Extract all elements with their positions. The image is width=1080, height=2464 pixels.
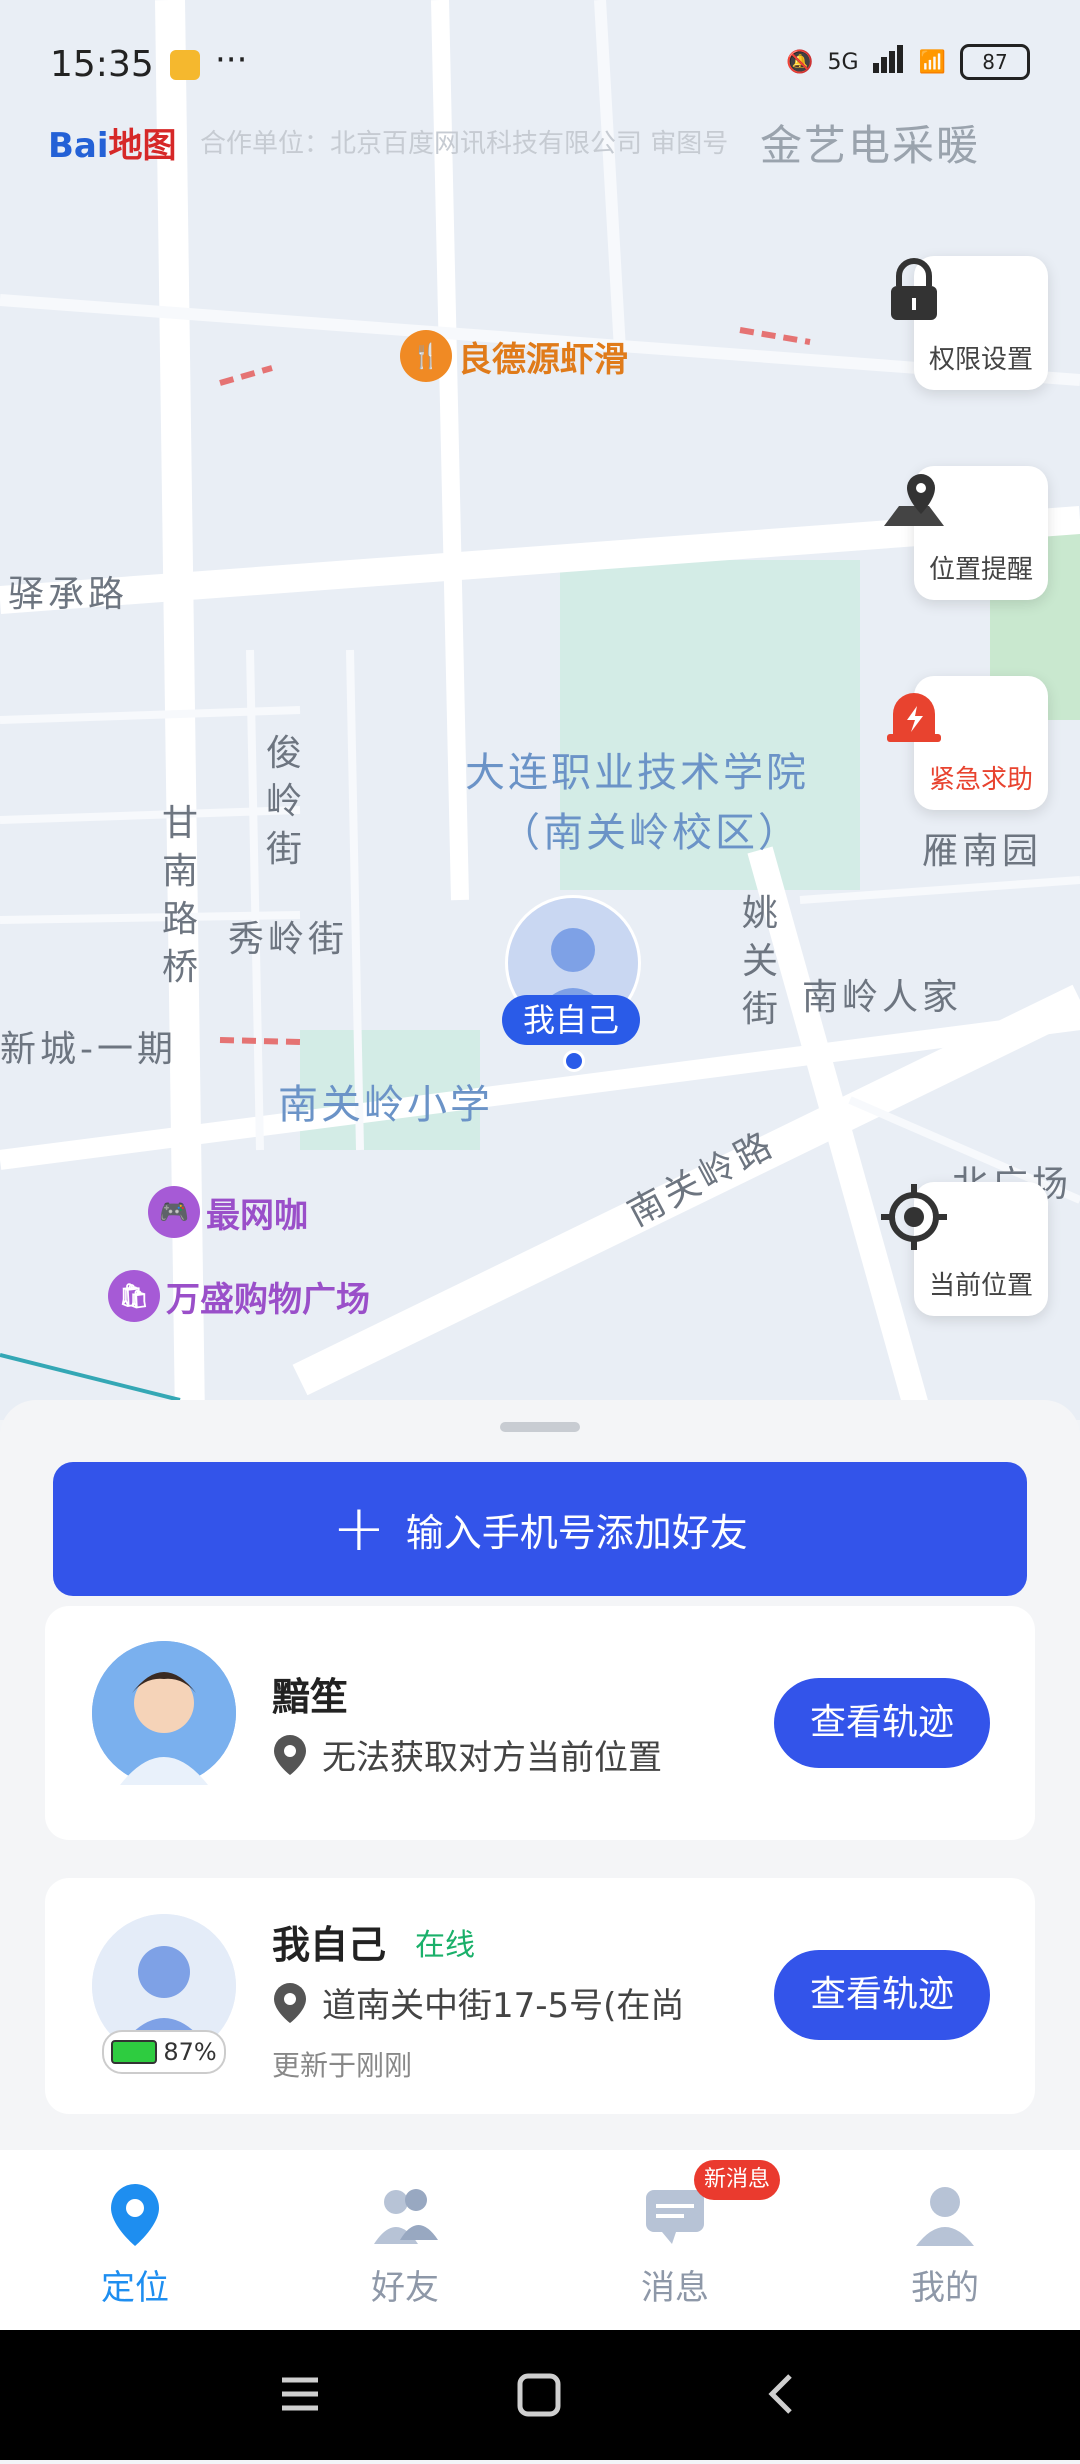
more-notifications-icon: ··· [215,40,248,80]
location-pin-icon [274,1982,306,2023]
location-alert-button[interactable]: 位置提醒 [884,466,1048,600]
map-pin-icon [884,474,944,526]
updated-time: 更新于刚刚 [272,2049,413,2082]
status-bar: 15:35 ··· 🔕 5G 📶 87 [0,0,1080,130]
map-view[interactable]: 15:35 ··· 🔕 5G 📶 87 Bai地图 合作单位：北京百度网讯科技有… [0,0,1080,1420]
view-track-button[interactable]: 查看轨迹 [774,1950,990,2040]
notification-icon [170,50,200,80]
map-label-area: 新城-一期 [0,1029,177,1070]
friend-location: 道南关中街17-5号(在尚 [272,1978,732,2027]
location-pin-icon [111,2184,159,2246]
alarm-icon [887,693,941,742]
online-status: 在线 [415,1928,475,1963]
poi-restaurant[interactable]: 🍴 良德源虾滑 [400,330,628,382]
battery-icon [111,2040,158,2064]
location-pin-icon [274,1734,306,1775]
current-location-label: 当前位置 [928,1271,1033,1301]
new-message-badge: 新消息 [694,2160,780,2200]
wifi-icon: 📶 [918,49,946,75]
nav-buttons [282,2373,792,2417]
map-label-college: 大连职业技术学院 [465,750,809,796]
view-track-button[interactable]: 查看轨迹 [774,1678,990,1768]
permissions-button[interactable]: 权限设置 [891,256,1048,390]
map-label-school: 南关岭小学 [278,1082,493,1128]
friend-name: 黯笙 [272,1675,349,1719]
tab-label: 消息 [641,2268,709,2308]
home-icon[interactable] [517,2373,561,2417]
lock-icon [891,258,937,320]
cartoon-avatar-icon [92,1641,236,1785]
sheet-drag-handle[interactable] [500,1422,580,1432]
shopping-bag-icon: 🛍 [108,1270,160,1322]
battery-badge: 87% [102,2030,226,2074]
poi-netcafe[interactable]: 🎮 最网咖 [148,1186,308,1238]
map-partner-text: 合作单位：北京百度网讯科技有限公司 审图号 [200,129,729,159]
tab-location[interactable]: 定位 [45,2180,225,2309]
map-label-bridge: 甘南路桥 [162,803,203,988]
map-watermark: 金艺电采暖 [760,121,981,170]
tab-friends[interactable]: 好友 [315,2180,495,2309]
permissions-label: 权限设置 [928,345,1033,375]
avatar [92,1641,236,1785]
status-time: 15:35 [50,44,154,85]
add-friend-label: 输入手机号添加好友 [405,1510,748,1555]
game-controller-icon: 🎮 [148,1186,200,1238]
tab-label: 好友 [371,2268,439,2308]
profile-icon [916,2187,974,2246]
friend-name: 我自己 [272,1923,387,1967]
add-friend-button[interactable]: + 输入手机号添加好友 [53,1462,1027,1596]
friend-card[interactable]: 87% 我自己 在线 道南关中街17-5号(在尚 更新于刚刚 查看轨迹 [45,1878,1035,2114]
self-location-dot [563,1050,585,1072]
sos-label: 紧急求助 [928,765,1033,795]
map-label-community: 南岭人家 [802,977,963,1018]
current-location-button[interactable]: 当前位置 [881,1182,1048,1316]
map-label-street: 秀岭街 [228,919,349,960]
map-label-road: 驿承路 [8,574,129,615]
tab-label: 我的 [911,2268,979,2308]
menu-icon[interactable] [282,2377,318,2411]
friend-card[interactable]: 黯笙 无法获取对方当前位置 查看轨迹 [45,1606,1035,1840]
map-label-street: 姚关街 [742,893,783,1030]
friends-icon [374,2189,438,2244]
mute-icon: 🔕 [786,49,814,75]
restaurant-icon: 🍴 [400,330,452,382]
status-icons: 🔕 5G 📶 87 [786,44,1030,80]
network-label: 5G [827,49,859,75]
poi-mall[interactable]: 🛍 万盛购物广场 [108,1270,370,1322]
crosshair-icon [881,1184,947,1250]
baidu-map-logo: Bai地图 [48,126,177,166]
tab-label: 定位 [101,2268,169,2308]
tab-profile[interactable]: 我的 [855,2180,1035,2309]
signal-icon [872,45,905,79]
sos-button[interactable]: 紧急求助 [887,676,1048,810]
self-marker-label: 我自己 [502,995,640,1045]
map-label-community: 雁南园 [922,831,1043,872]
back-icon[interactable] [768,2374,792,2414]
friend-location: 无法获取对方当前位置 [272,1730,732,1779]
map-label-campus: （南关岭校区） [500,810,801,856]
system-nav-bar [0,2330,1080,2460]
battery-indicator: 87 [960,44,1030,80]
map-label-street: 俊岭街 [266,733,307,870]
plus-icon: + [332,1492,386,1566]
location-alert-label: 位置提醒 [928,555,1033,585]
